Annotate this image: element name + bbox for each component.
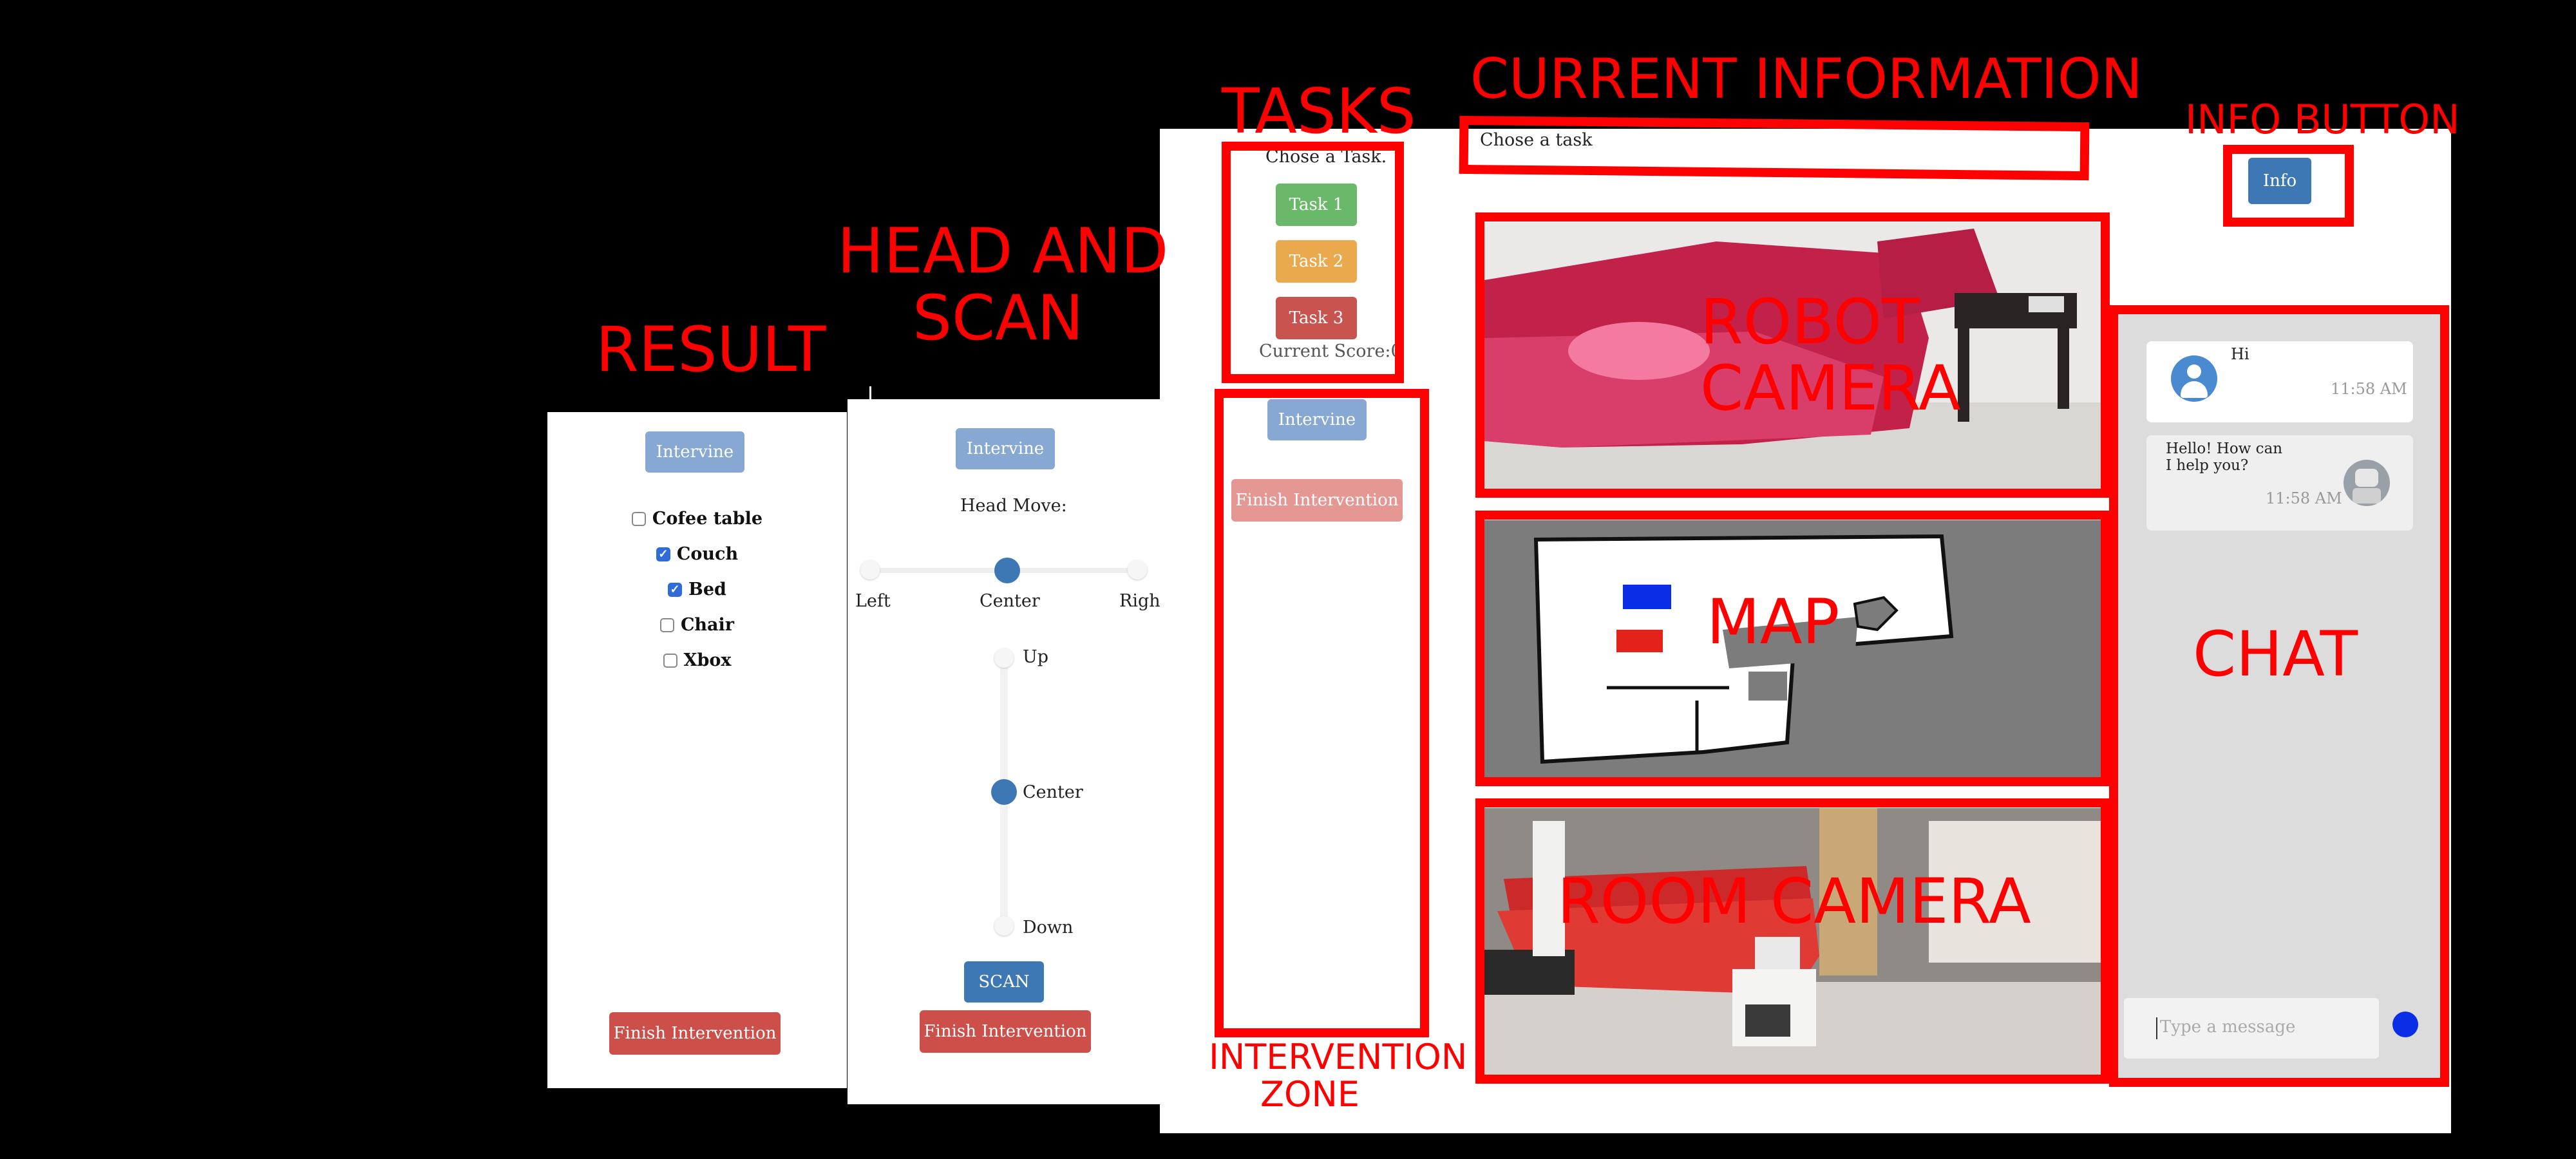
result-object-list: Cofee table ✓ Couch ✓ Bed Chair Xbox [547, 509, 847, 670]
room-camera-label: ROOM CAMERA [1557, 865, 2031, 938]
info-button-box [2223, 145, 2354, 227]
intervention-zone-box [1215, 389, 1429, 1037]
tasks-zone-box [1222, 142, 1404, 383]
horizontal-slider-right-stop [1128, 560, 1147, 580]
vertical-slider-up-stop [994, 648, 1014, 668]
checkbox-icon[interactable] [663, 653, 677, 668]
result-intervine-button[interactable]: Intervine [645, 431, 744, 473]
room-camera-box [1475, 798, 2110, 1084]
head-and-scan-label-line2: SCAN [913, 282, 1084, 354]
slider-down-label: Down [1023, 918, 1074, 938]
result-label: RESULT [596, 314, 826, 386]
vertical-slider-down-stop [994, 916, 1014, 936]
panel-divider [869, 386, 871, 399]
slider-left-label: Left [855, 591, 891, 611]
checkbox-chair[interactable]: Chair [659, 615, 734, 635]
checkbox-bed[interactable]: ✓ Bed [668, 580, 726, 599]
result-finish-intervention-button[interactable]: Finish Intervention [609, 1012, 781, 1055]
info-button-label: INFO BUTTON [2185, 96, 2460, 143]
checkbox-icon[interactable] [659, 617, 674, 632]
head-intervine-button[interactable]: Intervine [956, 428, 1055, 469]
result-panel: Intervine Cofee table ✓ Couch ✓ Bed Chai… [547, 412, 847, 1088]
checkbox-couch[interactable]: ✓ Couch [656, 544, 738, 564]
robot-camera-label-line1: ROBOT [1700, 286, 1920, 358]
chat-label: CHAT [2193, 618, 2358, 690]
tasks-label: TASKS [1222, 75, 1416, 147]
checkbox-cofee-table[interactable]: Cofee table [631, 509, 762, 529]
chat-box [2109, 305, 2449, 1087]
checkbox-checked-icon[interactable]: ✓ [656, 547, 670, 561]
map-label: MAP [1707, 586, 1840, 658]
head-scan-panel: Intervine Head Move: Left Center Right U… [848, 399, 1168, 1104]
head-finish-intervention-button[interactable]: Finish Intervention [920, 1010, 1091, 1053]
checkbox-xbox[interactable]: Xbox [663, 650, 731, 670]
vertical-slider-thumb[interactable] [991, 779, 1017, 805]
intervention-zone-label-line1: INTERVENTION [1209, 1037, 1468, 1077]
horizontal-slider-left-stop [860, 560, 880, 580]
slider-vertical-center-label: Center [1023, 782, 1083, 802]
slider-up-label: Up [1023, 647, 1049, 667]
slider-center-label: Center [980, 591, 1040, 611]
intervention-zone-label-line2: ZONE [1260, 1074, 1360, 1115]
robot-camera-label-line2: CAMERA [1700, 352, 1961, 424]
current-info-box [1459, 115, 2090, 181]
checkbox-checked-icon[interactable]: ✓ [668, 582, 683, 597]
horizontal-slider-thumb[interactable] [994, 558, 1020, 583]
checkbox-icon[interactable] [631, 511, 646, 526]
head-move-label: Head Move: [960, 496, 1067, 516]
head-and-scan-label-line1: HEAD AND [837, 215, 1169, 287]
current-information-label: CURRENT INFORMATION [1470, 47, 2143, 111]
scan-button[interactable]: SCAN [964, 961, 1044, 1003]
